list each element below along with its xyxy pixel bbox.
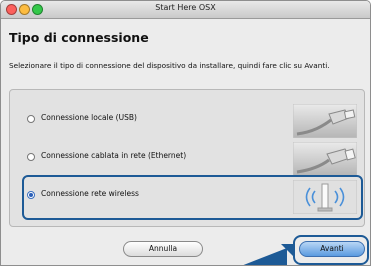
ethernet-cable-icon (293, 142, 357, 176)
option-ethernet[interactable]: Connessione cablata in rete (Ethernet) (19, 140, 365, 180)
page-title: Tipo di connessione (9, 30, 149, 45)
option-usb-label: Connessione locale (USB) (41, 113, 137, 122)
selected-option-highlight (22, 175, 363, 220)
arrow-pointer-icon (243, 244, 293, 265)
next-button[interactable]: Avanti (299, 241, 365, 257)
usb-cable-icon (293, 104, 357, 138)
instruction-text: Selezionare il tipo di connessione del d… (9, 61, 330, 70)
option-usb[interactable]: Connessione locale (USB) (19, 102, 365, 142)
radio-usb[interactable] (27, 115, 35, 123)
cancel-button[interactable]: Annulla (123, 241, 203, 257)
option-ethernet-label: Connessione cablata in rete (Ethernet) (41, 151, 187, 160)
title-bar: Start Here OSX (1, 1, 370, 19)
window-title: Start Here OSX (155, 3, 216, 12)
installer-window: Start Here OSX Tipo di connessione Selez… (0, 0, 371, 266)
radio-ethernet[interactable] (27, 153, 35, 161)
